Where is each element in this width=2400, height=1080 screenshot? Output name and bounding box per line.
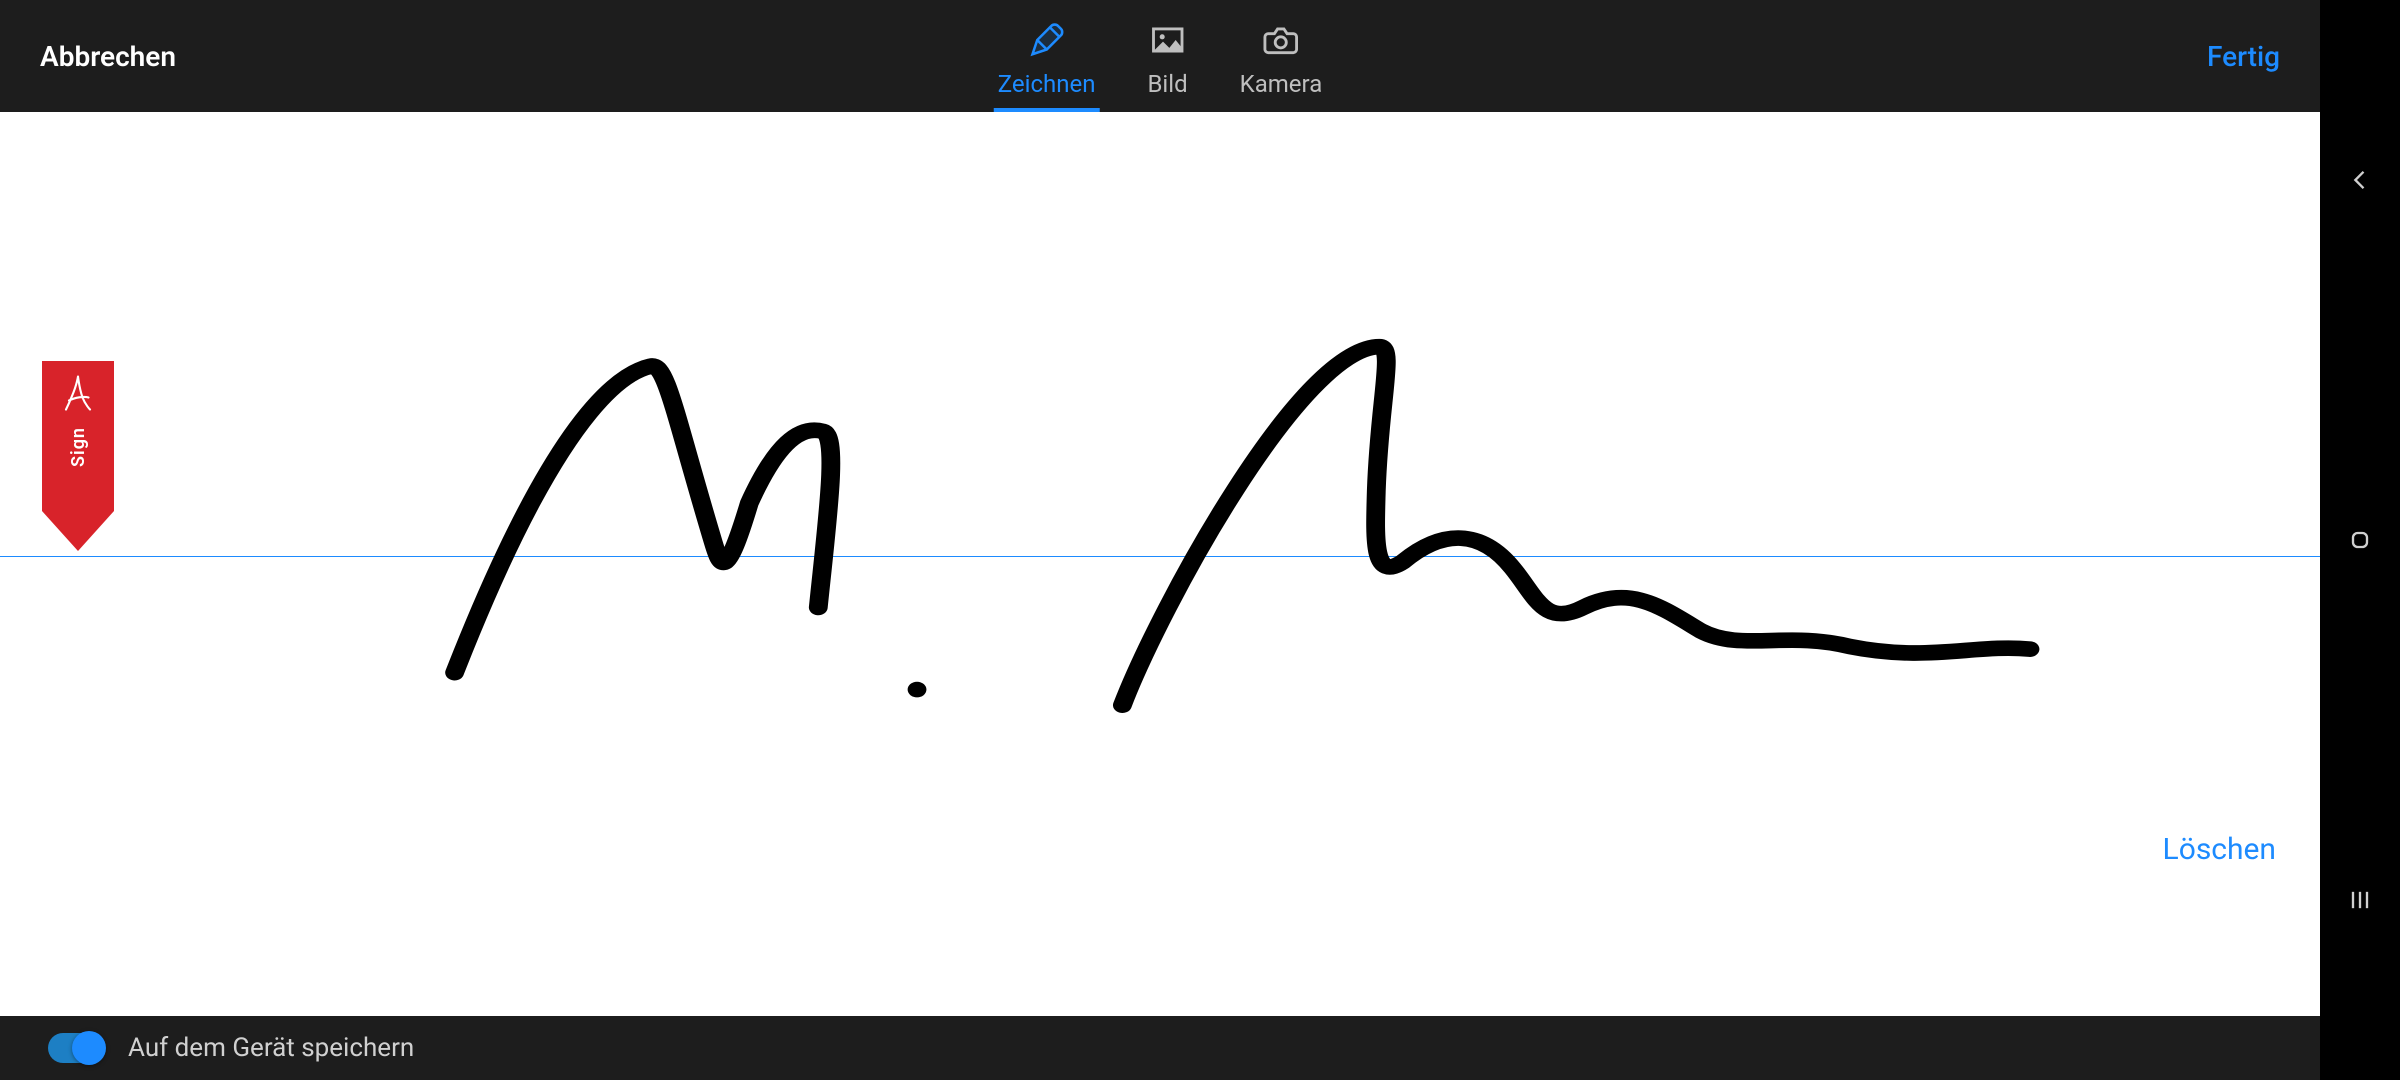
toolbar: Abbrechen Zeichnen (0, 0, 2320, 112)
canvas-footer: Löschen (0, 816, 2320, 1016)
signature-stroke (0, 112, 2320, 816)
chevron-left-icon (2346, 166, 2374, 194)
toggle-knob (72, 1031, 106, 1065)
nav-back-button[interactable] (2336, 156, 2384, 204)
delete-button[interactable]: Löschen (2163, 832, 2276, 867)
system-nav-bar (2320, 0, 2400, 1080)
image-icon (1148, 20, 1188, 60)
signature-drawing-area[interactable]: Sign (0, 112, 2320, 816)
nav-home-button[interactable] (2336, 516, 2384, 564)
app-root: Abbrechen Zeichnen (0, 0, 2320, 1080)
save-on-device-label: Auf dem Gerät speichern (128, 1033, 414, 1063)
tab-image[interactable]: Bild (1143, 0, 1191, 112)
done-button[interactable]: Fertig (2207, 40, 2280, 73)
nav-recents-button[interactable] (2336, 876, 2384, 924)
mode-tabs: Zeichnen Bild (994, 0, 1327, 112)
footer-bar: Auf dem Gerät speichern (0, 1016, 2320, 1080)
tab-draw-label: Zeichnen (998, 70, 1096, 98)
recents-icon (2346, 886, 2374, 914)
tab-camera[interactable]: Kamera (1236, 0, 1327, 112)
home-icon (2346, 526, 2374, 554)
cancel-button[interactable]: Abbrechen (40, 40, 176, 73)
tab-draw[interactable]: Zeichnen (994, 0, 1100, 112)
canvas-container: Sign Löschen (0, 112, 2320, 1016)
tab-image-label: Bild (1147, 70, 1187, 98)
camera-icon (1261, 20, 1301, 60)
tab-camera-label: Kamera (1240, 70, 1323, 98)
save-on-device-toggle[interactable] (48, 1033, 104, 1063)
signature-canvas[interactable]: Sign Löschen (0, 112, 2320, 1016)
pen-icon (1027, 20, 1067, 60)
